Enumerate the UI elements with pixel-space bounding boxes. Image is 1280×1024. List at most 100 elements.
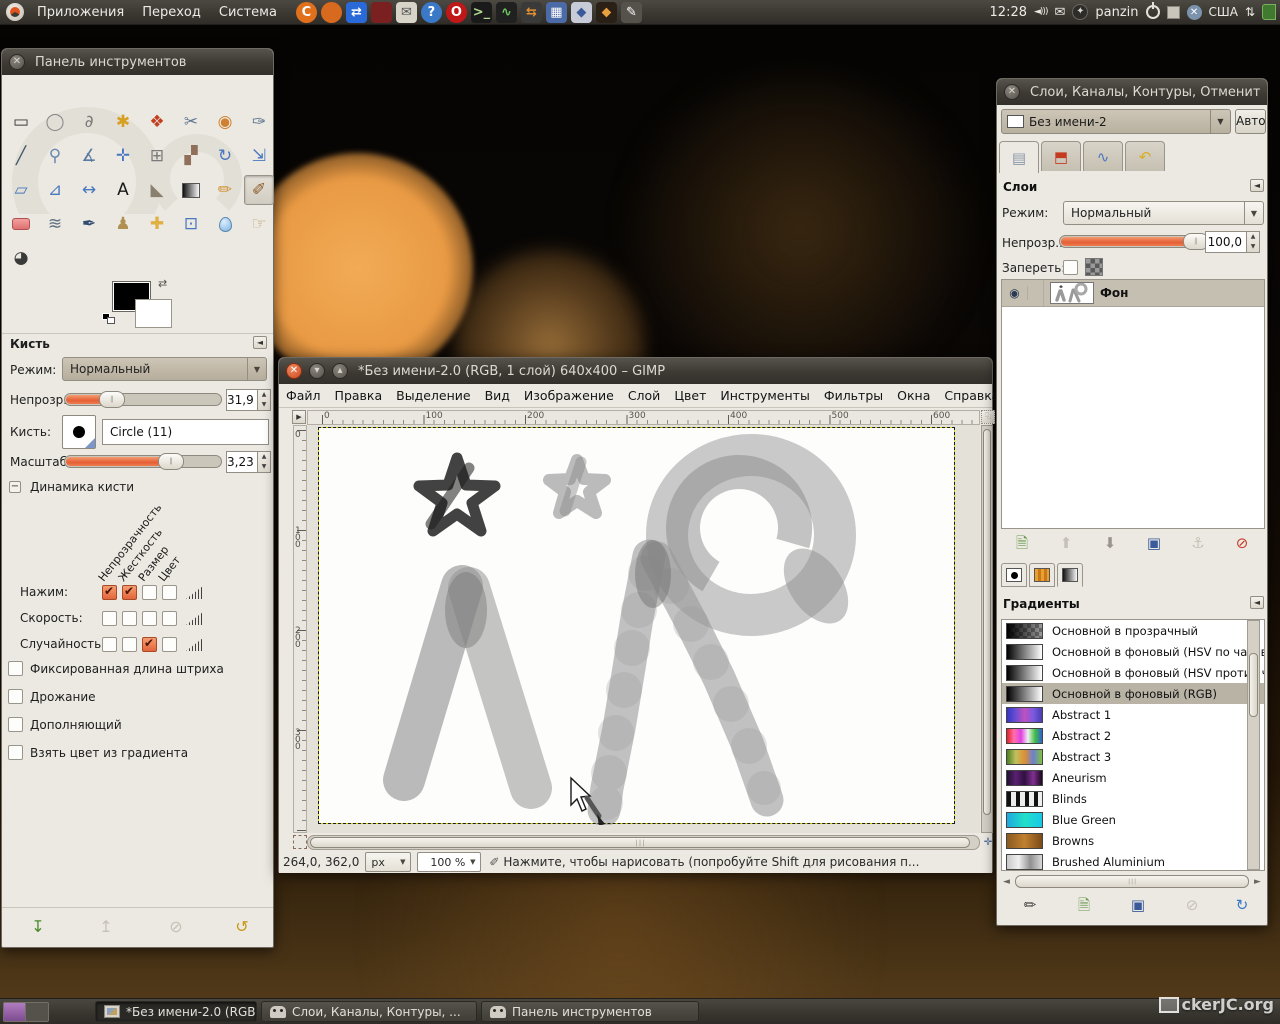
option-checkbox-2[interactable] xyxy=(8,717,23,732)
refresh-gradients-button[interactable]: ↻ xyxy=(1229,893,1255,917)
tool-eraser[interactable] xyxy=(6,209,36,239)
tool-blend[interactable] xyxy=(176,175,206,205)
new-layer-button[interactable]: 🗎 xyxy=(1009,531,1035,555)
gradient-item[interactable]: Основной в прозрачный xyxy=(1002,620,1264,641)
tool-flip[interactable]: ↔ xyxy=(74,175,104,205)
menu-2[interactable]: Выделение xyxy=(389,384,477,407)
volume-icon[interactable]: ◄))) xyxy=(1034,7,1047,17)
tool-text[interactable]: A xyxy=(108,175,138,205)
opacity-spinner-arrows[interactable]: ▲▼ xyxy=(258,389,271,411)
power-icon[interactable] xyxy=(1146,5,1160,19)
tool-shear[interactable]: ▱ xyxy=(6,175,36,205)
scale-spinner-arrows[interactable]: ▲▼ xyxy=(258,451,271,473)
reset-colors-icon[interactable] xyxy=(102,313,116,325)
tool-rotate[interactable]: ↻ xyxy=(210,141,240,171)
username[interactable]: panzin xyxy=(1095,5,1138,20)
opacity-slider[interactable]: ∥ xyxy=(64,393,222,406)
tab-undo-history[interactable]: ↶ xyxy=(1125,141,1165,171)
brush-preview[interactable] xyxy=(62,415,96,449)
tool-zoom[interactable]: ⚲ xyxy=(40,141,70,171)
teamviewer-launcher[interactable]: ⇄ xyxy=(346,2,367,23)
tool-paths[interactable]: ✑ xyxy=(244,107,274,137)
tool-rectangle-select[interactable]: ▭ xyxy=(6,107,36,137)
clock[interactable]: 12:28 xyxy=(990,5,1027,20)
scroll-right-arrow[interactable]: ► xyxy=(1254,877,1261,887)
toolbox-titlebar[interactable]: ✕ Панель инструментов xyxy=(2,49,273,75)
tool-scale[interactable]: ⇲ xyxy=(244,141,274,171)
dynamics-checkbox-1-2[interactable] xyxy=(142,611,157,626)
gradient-item[interactable]: Abstract 3 xyxy=(1002,746,1264,767)
lock-alpha-checkbox[interactable] xyxy=(1063,260,1078,275)
im-status-icon[interactable]: ✕ xyxy=(1187,5,1202,20)
tool-bucket-fill[interactable]: ◣ xyxy=(142,175,172,205)
layer-mode-dropdown[interactable]: Нормальный ▼ xyxy=(1063,201,1264,225)
option-checkbox-3[interactable] xyxy=(8,745,23,760)
restore-options-button[interactable]: ↥ xyxy=(94,915,118,939)
dynamics-checkbox-2-3[interactable] xyxy=(162,637,177,652)
firefox-launcher[interactable] xyxy=(321,2,342,23)
save-options-button[interactable]: ↧ xyxy=(26,915,50,939)
layers-dialog-titlebar[interactable]: ✕ Слои, Каналы, Контуры, Отменит xyxy=(997,79,1267,105)
package-launcher[interactable] xyxy=(371,2,392,23)
taskbar-button-1[interactable]: Слои, Каналы, Контуры, ... xyxy=(261,1001,477,1022)
tool-select-by-color[interactable]: ❖ xyxy=(142,107,172,137)
reset-options-button[interactable]: ↺ xyxy=(230,915,254,939)
tool-ellipse-select[interactable]: ◯ xyxy=(40,107,70,137)
gradient-item[interactable]: Aneurism xyxy=(1002,767,1264,788)
opacity-spinner[interactable]: 31,9 xyxy=(226,389,258,411)
network-launcher[interactable]: ⇆ xyxy=(521,2,542,23)
edit-gradient-button[interactable]: ✏ xyxy=(1017,893,1043,917)
help-launcher[interactable]: ? xyxy=(421,2,442,23)
menu-8[interactable]: Фильтры xyxy=(817,384,890,407)
menu-arrow-button[interactable]: ▶ xyxy=(292,410,306,424)
taskbar-button-0[interactable]: *Без имени-2.0 (RGB, 1 сл... xyxy=(95,1001,257,1022)
delete-layer-button[interactable]: ⊘ xyxy=(1229,531,1255,555)
window-minimize-button[interactable]: ▾ xyxy=(309,363,325,379)
gradient-item[interactable]: Основной в фоновый (HSV по часов xyxy=(1002,641,1264,662)
menu-5[interactable]: Слой xyxy=(621,384,668,407)
gradient-item[interactable]: Browns xyxy=(1002,830,1264,851)
system-monitor-launcher[interactable]: ∿ xyxy=(496,2,517,23)
opera-launcher[interactable]: O xyxy=(446,2,467,23)
menu-3[interactable]: Вид xyxy=(478,384,517,407)
tool-blur-sharpen[interactable] xyxy=(210,209,240,239)
tab-channels[interactable]: ⬒ xyxy=(1041,141,1081,171)
tray-edge-icon[interactable] xyxy=(1262,4,1276,20)
menu-9[interactable]: Окна xyxy=(890,384,937,407)
brush-name-field[interactable]: Circle (11) xyxy=(102,419,269,445)
dynamics-checkbox-2-2[interactable] xyxy=(142,637,157,652)
tool-ink[interactable]: ✒ xyxy=(74,209,104,239)
dynamics-checkbox-0-3[interactable] xyxy=(162,585,177,600)
mail-launcher[interactable]: ✉ xyxy=(396,2,417,23)
tool-perspective-clone[interactable]: ⊡ xyxy=(176,209,206,239)
dynamics-checkbox-2-1[interactable] xyxy=(122,637,137,652)
tool-clone[interactable]: ♟ xyxy=(108,209,138,239)
scroll-left-arrow[interactable]: ◄ xyxy=(1003,877,1010,887)
unit-dropdown[interactable]: px ▼ xyxy=(365,852,411,872)
scale-spinner[interactable]: 3,23 xyxy=(226,451,258,473)
dynamics-checkbox-1-1[interactable] xyxy=(122,611,137,626)
taskbar-button-2[interactable]: Панель инструментов xyxy=(481,1001,699,1022)
tool-pencil[interactable]: ✏ xyxy=(210,175,240,205)
zoom-dropdown[interactable]: 100 % ▼ xyxy=(417,852,481,872)
auto-button[interactable]: Авто xyxy=(1235,109,1266,134)
window-selector-icon[interactable] xyxy=(1167,6,1180,19)
tool-free-select[interactable]: ∂ xyxy=(74,107,104,137)
new-gradient-button[interactable]: 🗎 xyxy=(1071,893,1097,917)
menu-7[interactable]: Инструменты xyxy=(713,384,816,407)
gradients-collapse-button[interactable]: ◄ xyxy=(1250,596,1264,609)
image-window-titlebar[interactable]: ✕ ▾ ▴ *Без имени-2.0 (RGB, 1 слой) 640x4… xyxy=(279,358,992,384)
tab-paths[interactable]: ∿ xyxy=(1083,141,1123,171)
pan-view-button[interactable]: ✛ xyxy=(981,836,995,850)
duplicate-layer-button[interactable]: ▣ xyxy=(1141,531,1167,555)
window-close-button[interactable]: ✕ xyxy=(286,363,302,379)
menu-6[interactable]: Цвет xyxy=(667,384,713,407)
menu-0[interactable]: Файл xyxy=(279,384,328,407)
workspace-switcher[interactable] xyxy=(3,1002,49,1022)
layer-list[interactable]: ◉ Фон xyxy=(1001,279,1265,529)
background-color-swatch[interactable] xyxy=(135,299,172,328)
tab-gradients[interactable] xyxy=(1057,563,1083,587)
layer-opacity-spinner-arrows[interactable]: ▲▼ xyxy=(1247,231,1260,253)
tool-fuzzy-select[interactable]: ✱ xyxy=(108,107,138,137)
tool-paintbrush[interactable]: ✐ xyxy=(244,175,274,205)
